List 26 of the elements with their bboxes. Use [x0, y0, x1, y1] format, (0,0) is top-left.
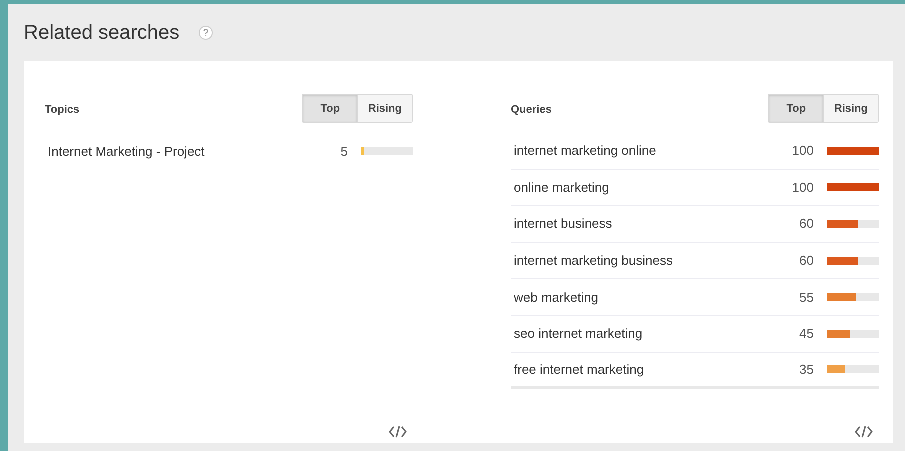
interest-value: 35	[800, 362, 814, 377]
interest-value: 60	[800, 216, 814, 232]
embed-code-icon[interactable]	[855, 426, 873, 438]
toggle-button[interactable]: Top	[303, 95, 358, 122]
search-term[interactable]: online marketing	[514, 180, 792, 195]
interest-value: 45	[800, 326, 814, 342]
help-icon[interactable]	[198, 26, 213, 40]
search-term[interactable]: free internet marketing	[514, 362, 800, 377]
interest-value: 60	[800, 253, 814, 268]
embed-code-icon[interactable]	[389, 426, 407, 438]
interest-value: 55	[800, 290, 814, 305]
interest-value: 100	[792, 180, 814, 195]
search-term[interactable]: internet business	[514, 216, 800, 232]
section-title: Related searches	[24, 22, 180, 44]
section-heading: Queries	[511, 102, 552, 116]
toggle-button[interactable]: Rising	[357, 95, 412, 122]
toggle-button[interactable]: Top	[769, 95, 824, 122]
search-term[interactable]: internet marketing online	[514, 143, 792, 158]
search-term[interactable]: web marketing	[514, 290, 800, 305]
search-term[interactable]: internet marketing business	[514, 253, 800, 268]
search-term[interactable]: seo internet marketing	[514, 326, 800, 342]
interest-value: 100	[792, 143, 814, 158]
section-heading: Topics	[45, 102, 80, 116]
interest-value: 5	[340, 144, 348, 158]
search-term[interactable]: Internet Marketing - Project	[48, 144, 341, 158]
toggle-button[interactable]: Rising	[823, 95, 878, 122]
